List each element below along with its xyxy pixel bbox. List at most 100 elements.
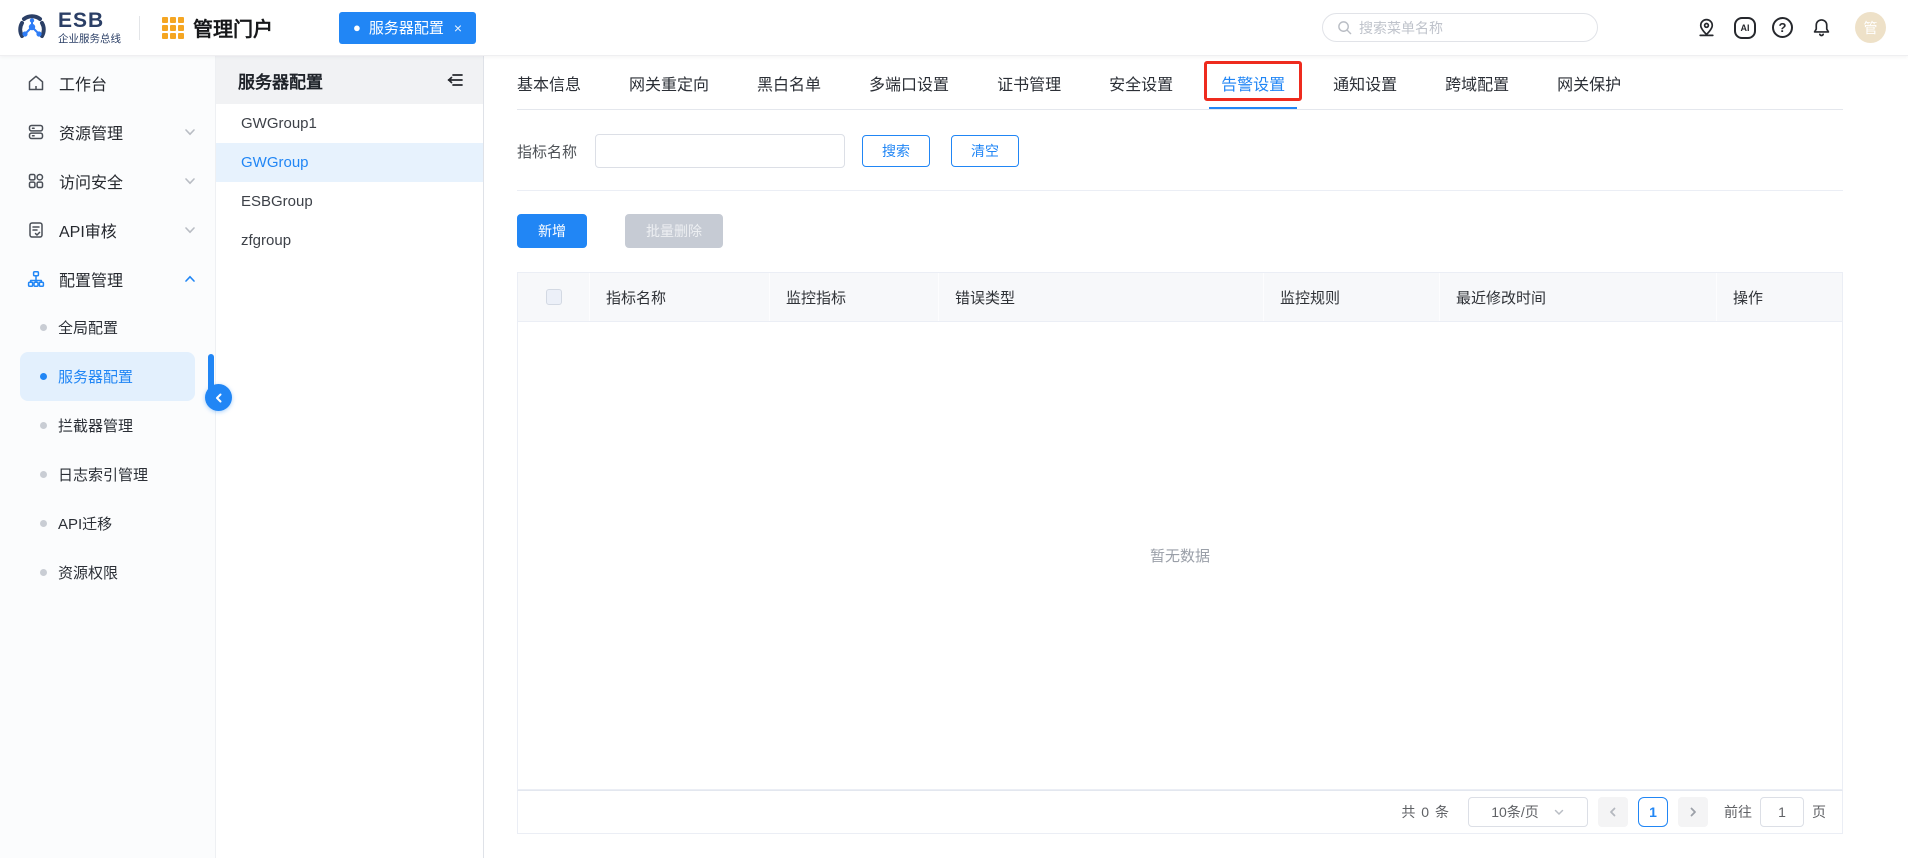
sidebar-item-resources[interactable]: 资源管理 (0, 107, 215, 156)
server-group-label: zfgroup (241, 232, 292, 249)
portal-grid-icon (162, 16, 184, 39)
sidebar-subitem-resource-permission[interactable]: 资源权限 (20, 548, 195, 597)
sidebar-subitem-label: 资源权限 (58, 565, 119, 582)
column-header: 监控规则 (1264, 273, 1440, 321)
chevron-down-icon (185, 226, 195, 233)
server-group-label: GWGroup1 (241, 115, 317, 132)
chevron-left-icon (1610, 807, 1616, 817)
tab-cors[interactable]: 跨域配置 (1445, 56, 1509, 109)
clear-button[interactable]: 清空 (951, 135, 1020, 167)
table-header: 指标名称 监控指标 错误类型 监控规则 最近修改时间 操作 (518, 273, 1842, 321)
sidebar-subitem-label: API迁移 (58, 516, 113, 533)
help-icon[interactable]: ? (1772, 17, 1793, 38)
prev-page-button[interactable] (1598, 797, 1628, 827)
server-group-item[interactable]: GWGroup1 (216, 104, 483, 143)
sidebar-collapse-button[interactable] (205, 384, 232, 411)
sidebar-item-workbench[interactable]: 工作台 (0, 58, 215, 107)
notification-bell-icon[interactable] (1809, 16, 1833, 40)
sidebar-subitem-global-config[interactable]: 全局配置 (20, 303, 195, 352)
page-size-select[interactable]: 10条/页 (1468, 797, 1588, 827)
column-header: 操作 (1733, 289, 1764, 307)
goto-label: 前往 (1724, 804, 1752, 820)
bullet-icon (40, 324, 47, 331)
logo-text: ESB 企业服务总线 (58, 8, 121, 45)
sidebar-subitem-label: 日志索引管理 (58, 467, 149, 484)
tab-close-icon[interactable]: × (454, 20, 462, 36)
tab-multiport[interactable]: 多端口设置 (869, 56, 949, 109)
topbar-icons: AI ? 管 (1694, 12, 1886, 43)
tab-certificate[interactable]: 证书管理 (997, 56, 1061, 109)
chevron-right-icon (1690, 807, 1696, 817)
active-tab-underline (1209, 107, 1298, 109)
sidebar-item-api-review[interactable]: API审核 (0, 205, 215, 254)
header-checkbox-cell (518, 273, 590, 321)
main-content: 基本信息 网关重定向 黑白名单 多端口设置 证书管理 安全设置 告警设置 通知设… (484, 56, 1908, 858)
metric-name-label: 指标名称 (517, 143, 578, 161)
batch-delete-button[interactable]: 批量删除 (625, 214, 723, 248)
grid-icon (28, 173, 44, 188)
metric-name-input[interactable] (595, 134, 846, 168)
server-group-item[interactable]: zfgroup (216, 221, 483, 260)
bullet-icon (40, 520, 47, 527)
tab-gateway-protection[interactable]: 网关保护 (1557, 56, 1621, 109)
add-button[interactable]: 新增 (517, 214, 587, 248)
sidebar: 工作台 资源管理 访问安全 API审核 配置管理 全局配置 服务器配置 拦截器管… (0, 56, 216, 858)
location-pin-icon[interactable] (1694, 16, 1718, 40)
pagination: 共 0 条 10条/页 1 前往 页 (517, 790, 1843, 834)
divider (517, 190, 1843, 191)
total-count: 共 0 条 (1401, 804, 1450, 820)
sidebar-subitem-api-migration[interactable]: API迁移 (20, 499, 195, 548)
goto-page-input[interactable] (1760, 797, 1804, 827)
tab-basic-info[interactable]: 基本信息 (517, 56, 581, 109)
server-group-item-active[interactable]: GWGroup (216, 143, 483, 182)
logo-title: ESB (58, 8, 105, 32)
chevron-down-icon (185, 128, 195, 135)
sidebar-item-config-management[interactable]: 配置管理 (0, 254, 215, 303)
sidebar-subitem-interceptor[interactable]: 拦截器管理 (20, 401, 195, 450)
document-check-icon (29, 221, 43, 238)
tab-security[interactable]: 安全设置 (1109, 56, 1173, 109)
chevron-left-icon (215, 393, 221, 402)
sidebar-item-access-security[interactable]: 访问安全 (0, 156, 215, 205)
logo: ESB 企业服务总线 (14, 8, 121, 46)
tab-gateway-redirect[interactable]: 网关重定向 (629, 56, 709, 109)
search-input[interactable] (1359, 19, 1583, 36)
esb-logo-icon (18, 13, 46, 38)
chevron-up-icon (185, 275, 195, 282)
sidebar-subitem-server-config[interactable]: 服务器配置 (20, 352, 214, 401)
tab-notification[interactable]: 通知设置 (1333, 56, 1397, 109)
page-size-value: 10条/页 (1491, 804, 1539, 820)
sidebar-subitem-label: 服务器配置 (58, 369, 134, 386)
panel-header: 服务器配置 (216, 56, 483, 104)
sidebar-subitem-log-index[interactable]: 日志索引管理 (20, 450, 195, 499)
chevron-down-icon (185, 177, 195, 184)
next-page-button[interactable] (1678, 797, 1708, 827)
topbar: ESB 企业服务总线 管理门户 ● 服务器配置 × 搜索菜单名称 AI ? 管 (0, 0, 1908, 56)
portal-title-group: 管理门户 (162, 13, 273, 42)
ai-assistant-icon[interactable]: AI (1734, 16, 1756, 39)
user-avatar[interactable]: 管 (1855, 12, 1886, 43)
filter-row: 指标名称 搜索 清空 (517, 134, 1843, 168)
search-button[interactable]: 搜索 (862, 135, 931, 167)
bullet-icon (40, 422, 47, 429)
open-tab-server-config[interactable]: ● 服务器配置 × (339, 11, 477, 44)
server-group-label: GWGroup (241, 154, 309, 171)
sidebar-item-label: 工作台 (59, 76, 108, 94)
collapse-list-icon[interactable] (445, 70, 465, 90)
tab-blacklist-whitelist[interactable]: 黑白名单 (757, 56, 821, 109)
select-all-checkbox[interactable] (545, 289, 562, 305)
column-header: 最近修改时间 (1440, 273, 1717, 321)
app: ESB 企业服务总线 管理门户 ● 服务器配置 × 搜索菜单名称 AI ? 管 … (0, 0, 1908, 858)
page-number-button[interactable]: 1 (1638, 797, 1668, 827)
action-row: 新增 批量删除 (517, 214, 1843, 248)
topbar-divider (139, 15, 140, 40)
sidebar-subitem-label: 拦截器管理 (58, 418, 134, 435)
open-tab-label: 服务器配置 (368, 20, 444, 37)
tab-label: 通知设置 (1333, 76, 1398, 94)
server-group-item[interactable]: ESBGroup (216, 182, 483, 221)
empty-state: 暂无数据 (518, 321, 1842, 789)
tab-label: 证书管理 (997, 76, 1062, 94)
sidebar-item-label: 资源管理 (59, 125, 124, 143)
tab-alarm-settings[interactable]: 告警设置 (1204, 56, 1303, 109)
menu-search[interactable] (1322, 13, 1598, 42)
